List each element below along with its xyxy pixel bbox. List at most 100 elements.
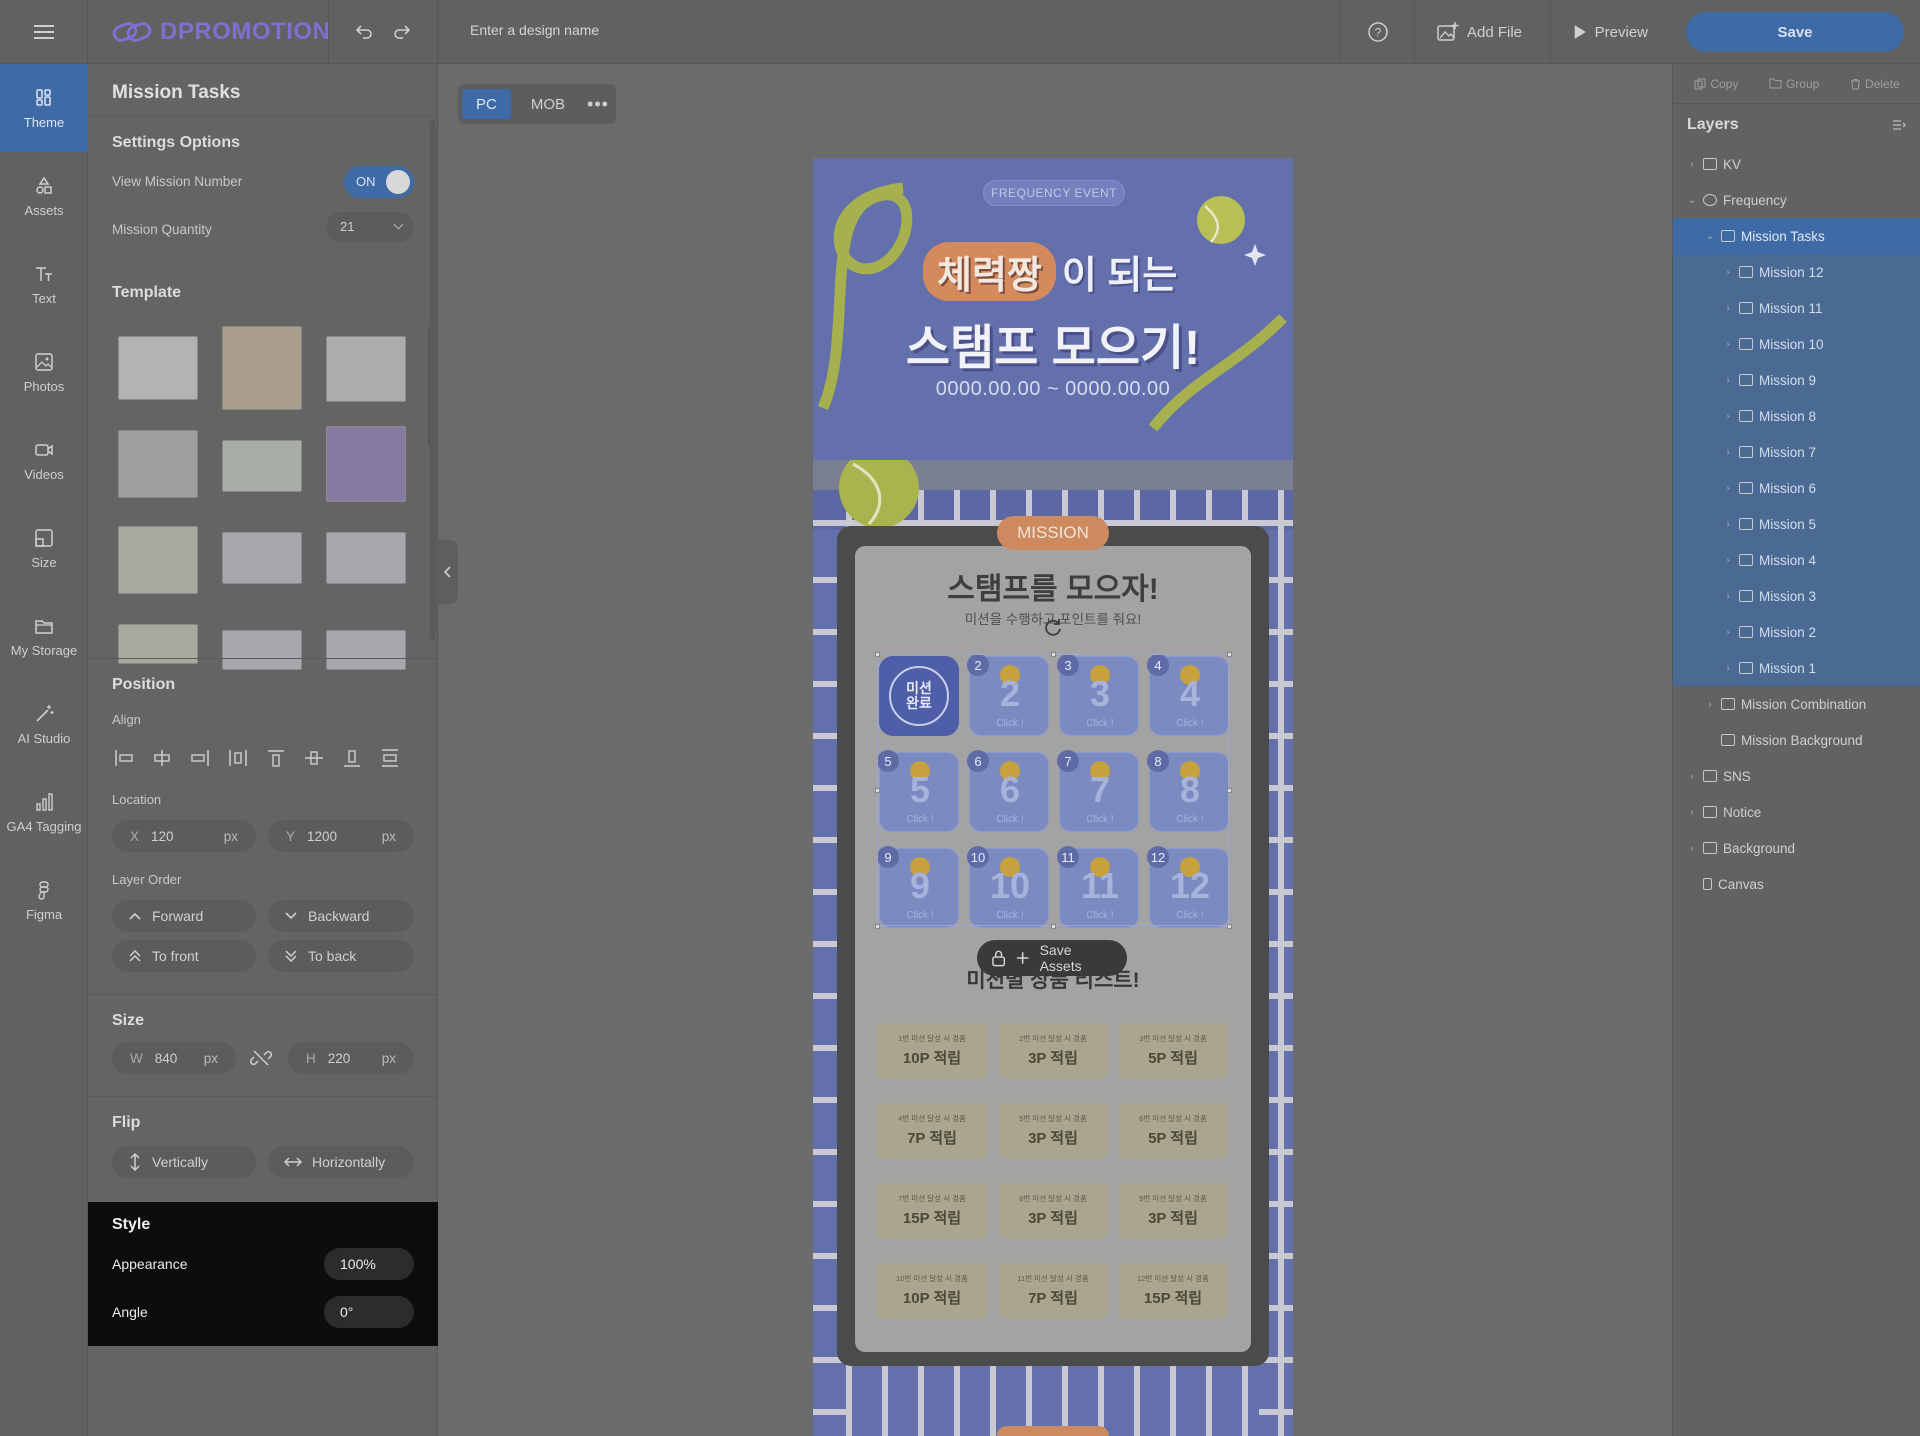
nav-text[interactable]: Text (0, 240, 88, 328)
stamp-item[interactable]: 4 Click ! 4 (1147, 654, 1229, 736)
stamp-item[interactable]: 2 Click ! 2 (967, 654, 1049, 736)
layer-item[interactable]: › Mission 1 (1673, 650, 1920, 686)
layer-item[interactable]: › Mission 5 (1673, 506, 1920, 542)
nav-my-storage[interactable]: My Storage (0, 592, 88, 680)
nav-assets[interactable]: Assets (0, 152, 88, 240)
chevron-right-icon[interactable]: › (1723, 303, 1733, 314)
template-thumbnail[interactable] (118, 430, 198, 498)
nav-ga4-tagging[interactable]: GA4 Tagging (0, 768, 88, 856)
align-right-icon[interactable] (188, 746, 212, 770)
template-thumbnail[interactable] (118, 336, 198, 400)
template-thumbnail[interactable] (222, 630, 302, 670)
chevron-right-icon[interactable]: › (1687, 771, 1697, 782)
redo-icon[interactable] (392, 23, 412, 41)
template-thumbnail[interactable] (326, 532, 406, 584)
menu-icon[interactable] (0, 0, 88, 64)
template-thumbnail[interactable] (326, 426, 406, 502)
layer-item[interactable]: › Mission 4 (1673, 542, 1920, 578)
angle-input[interactable]: 0° (324, 1296, 414, 1328)
design-name-input[interactable]: Enter a design name (470, 22, 599, 38)
backward-button[interactable]: Backward (268, 900, 414, 932)
stamp-item[interactable]: 10 Click ! 10 (967, 846, 1049, 928)
layer-item[interactable]: › Mission 11 (1673, 290, 1920, 326)
template-thumbnail[interactable] (118, 526, 198, 594)
stamp-item[interactable]: 6 Click ! 6 (967, 750, 1049, 832)
align-left-icon[interactable] (112, 746, 136, 770)
panel-scrollbar[interactable] (430, 120, 436, 640)
stamp-item[interactable]: 7 Click ! 7 (1057, 750, 1139, 832)
layer-item[interactable]: › Mission 7 (1673, 434, 1920, 470)
layer-item[interactable]: ⌄ Frequency (1673, 182, 1920, 218)
collapse-panel-button[interactable] (438, 540, 458, 604)
resize-handle[interactable] (875, 788, 880, 793)
layer-item[interactable]: › Notice (1673, 794, 1920, 830)
align-center-h-icon[interactable] (150, 746, 174, 770)
chevron-right-icon[interactable]: › (1723, 519, 1733, 530)
chevron-down-icon[interactable]: ⌄ (1705, 231, 1715, 242)
stamp-item[interactable]: 5 Click ! 5 (877, 750, 959, 832)
align-middle-v-icon[interactable] (302, 746, 326, 770)
mission-quantity-select[interactable]: 21 (326, 212, 414, 242)
layer-item[interactable]: › Mission 6 (1673, 470, 1920, 506)
nav-figma[interactable]: Figma (0, 856, 88, 944)
resize-handle[interactable] (1051, 652, 1056, 657)
align-top-icon[interactable] (264, 746, 288, 770)
stamp-item[interactable]: 3 Click ! 3 (1057, 654, 1139, 736)
chevron-right-icon[interactable]: › (1723, 339, 1733, 350)
chevron-right-icon[interactable]: › (1723, 375, 1733, 386)
stamp-item[interactable]: 8 Click ! 8 (1147, 750, 1229, 832)
layer-item[interactable]: › Mission 10 (1673, 326, 1920, 362)
add-file-button[interactable]: Add File (1414, 0, 1550, 64)
template-thumbnail[interactable] (326, 336, 406, 402)
delete-button[interactable]: Delete (1850, 77, 1900, 91)
resize-handle[interactable] (875, 924, 880, 929)
chevron-right-icon[interactable]: › (1687, 807, 1697, 818)
preview-button[interactable]: Preview (1550, 0, 1670, 64)
chevron-right-icon[interactable]: › (1687, 843, 1697, 854)
more-options-icon[interactable]: ••• (587, 94, 609, 115)
nav-photos[interactable]: Photos (0, 328, 88, 416)
chevron-right-icon[interactable]: › (1705, 699, 1715, 710)
chevron-right-icon[interactable]: › (1723, 447, 1733, 458)
tab-mob[interactable]: MOB (517, 89, 579, 119)
template-thumbnail[interactable] (326, 630, 406, 670)
layer-item[interactable]: › Mission 12 (1673, 254, 1920, 290)
view-mission-number-toggle[interactable]: ON (344, 166, 414, 198)
design-canvas[interactable]: FREQUENCY EVENT 체력짱 이 되는 스탬프 모으기! 0000.0… (813, 158, 1293, 1436)
resize-handle[interactable] (1227, 652, 1232, 657)
template-thumbnail[interactable] (222, 440, 302, 492)
layer-item[interactable]: › Mission Combination (1673, 686, 1920, 722)
height-input[interactable]: H 220 px (288, 1042, 414, 1074)
to-front-button[interactable]: To front (112, 940, 256, 972)
to-back-button[interactable]: To back (268, 940, 414, 972)
chevron-right-icon[interactable]: › (1723, 627, 1733, 638)
appearance-input[interactable]: 100% (324, 1248, 414, 1280)
align-bottom-icon[interactable] (340, 746, 364, 770)
chevron-down-icon[interactable]: ⌄ (1687, 195, 1697, 206)
rotate-handle-icon[interactable] (1042, 616, 1064, 643)
y-position-input[interactable]: Y 1200 px (268, 820, 414, 852)
stamp-item[interactable]: 12 Click ! 12 (1147, 846, 1229, 928)
flip-horizontally-button[interactable]: Horizontally (268, 1146, 414, 1178)
layer-item[interactable]: Canvas (1673, 866, 1920, 902)
template-thumbnail[interactable] (222, 532, 302, 584)
layer-item[interactable]: ⌄ Mission Tasks (1673, 218, 1920, 254)
nav-size[interactable]: Size (0, 504, 88, 592)
layer-item[interactable]: › Mission 9 (1673, 362, 1920, 398)
distribute-v-icon[interactable] (378, 746, 402, 770)
distribute-h-icon[interactable] (226, 746, 250, 770)
resize-handle[interactable] (1227, 924, 1232, 929)
flip-vertically-button[interactable]: Vertically (112, 1146, 256, 1178)
layer-item[interactable]: › Background (1673, 830, 1920, 866)
chevron-right-icon[interactable]: › (1723, 411, 1733, 422)
layer-item[interactable]: Mission Background (1673, 722, 1920, 758)
save-assets-button[interactable]: Save Assets (977, 940, 1127, 976)
chevron-right-icon[interactable]: › (1723, 591, 1733, 602)
undo-icon[interactable] (354, 23, 374, 41)
layer-item[interactable]: › KV (1673, 146, 1920, 182)
layer-item[interactable]: › Mission 2 (1673, 614, 1920, 650)
stamp-item[interactable]: 11 Click ! 11 (1057, 846, 1139, 928)
help-button[interactable]: ? (1340, 0, 1414, 64)
layer-item[interactable]: › SNS (1673, 758, 1920, 794)
layer-item[interactable]: › Mission 8 (1673, 398, 1920, 434)
